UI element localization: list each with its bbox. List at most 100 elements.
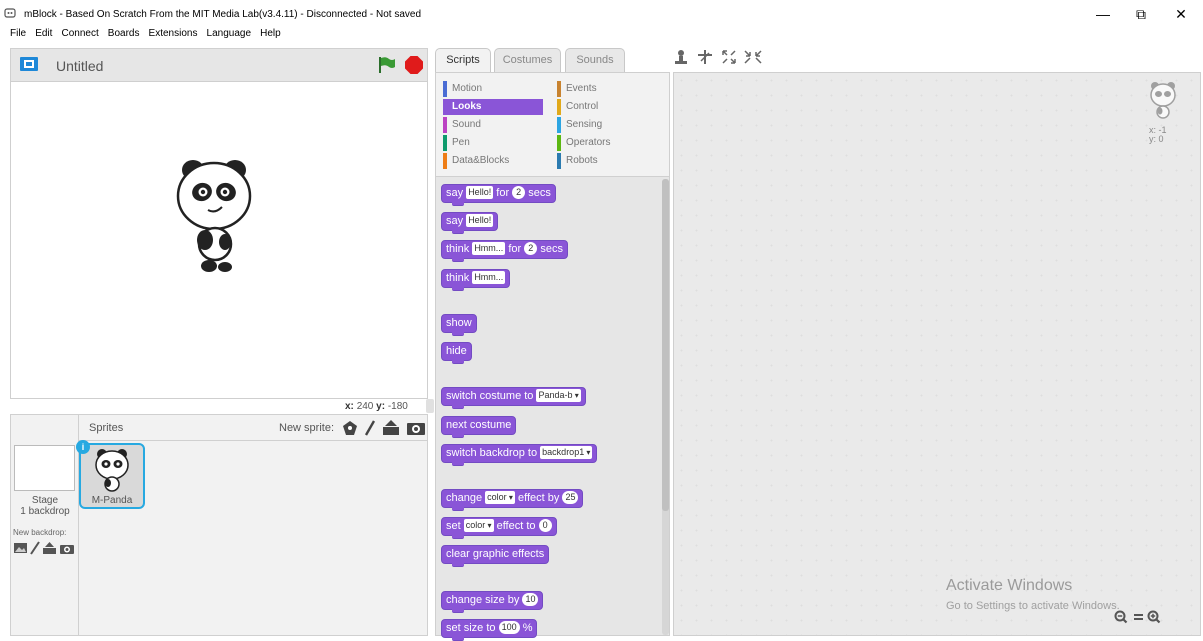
effect-dropdown[interactable]: color [463,519,494,532]
green-flag-icon[interactable] [376,55,396,75]
zoom-out-icon[interactable] [1114,610,1128,624]
stage-resize-handle[interactable] [426,399,434,413]
tab-sounds[interactable]: Sounds [565,48,625,72]
number-input[interactable]: 2 [512,186,526,199]
category-data-blocks[interactable]: Data&Blocks [443,153,543,169]
duplicate-tool-icon[interactable] [675,50,687,64]
restore-button[interactable]: ⧉ [1126,4,1156,24]
category-motion[interactable]: Motion [443,81,543,97]
new-sprite-label: New sprite: [279,422,335,434]
block-think-for-secs[interactable]: think Hmm... for 2 secs [441,240,568,262]
shrink-tool-icon[interactable] [744,50,762,64]
block-say-for-secs[interactable]: say Hello! for 2 secs [441,184,556,206]
camera-backdrop-icon[interactable] [60,545,74,554]
block-switch-costume[interactable]: switch costume to Panda-b [441,387,586,409]
number-input[interactable]: 0 [538,519,552,532]
block-text: change [446,492,483,504]
menu-edit[interactable]: Edit [35,28,52,39]
number-input[interactable]: 100 [498,621,520,634]
backdrop-library-icon[interactable] [14,543,27,553]
window-title: mBlock - Based On Scratch From the MIT M… [24,9,422,20]
paint-backdrop-icon[interactable] [30,541,40,555]
sprite-thumbnail[interactable]: i M-Panda [76,440,145,509]
menu-boards[interactable]: Boards [108,28,140,39]
info-icon[interactable]: i [76,440,90,454]
number-input[interactable]: 10 [522,593,539,606]
block-text: say [446,215,464,227]
category-operators[interactable]: Operators [557,135,657,151]
category-pen[interactable]: Pen [443,135,543,151]
text-input[interactable]: Hmm... [472,271,506,284]
block-say[interactable]: say Hello! [441,212,499,234]
upload-sprite-icon[interactable] [383,420,399,435]
menu-file[interactable]: File [10,28,26,39]
text-input[interactable]: Hmm... [472,242,506,255]
category-label: Events [566,83,597,94]
block-next-costume[interactable]: next costume [441,416,517,438]
block-text: effect by [517,492,560,504]
text-input[interactable]: Hello! [466,186,494,199]
menu-help[interactable]: Help [260,28,281,39]
block-text: switch backdrop to [446,447,538,459]
block-text: think [446,243,470,255]
block-switch-backdrop[interactable]: switch backdrop to backdrop1 [441,444,598,466]
block-text: % [522,622,533,634]
tab-scripts[interactable]: Scripts [435,48,491,73]
category-sound[interactable]: Sound [443,117,543,133]
stage-column: Stage 1 backdrop New backdrop: [11,415,79,635]
category-control[interactable]: Control [557,99,657,115]
new-backdrop-label: New backdrop: [13,528,67,537]
category-events[interactable]: Events [557,81,657,97]
close-button[interactable]: ✕ [1166,4,1196,24]
sound-color-swatch [443,117,447,133]
palette-scrollbar-thumb[interactable] [662,179,669,511]
camera-sprite-icon[interactable] [407,423,425,435]
block-text: effect to [496,520,536,532]
menu-extensions[interactable]: Extensions [149,28,198,39]
project-title[interactable]: Untitled [56,58,103,74]
number-input[interactable]: 25 [562,491,579,504]
block-change-effect[interactable]: change color effect by 25 [441,489,584,511]
grow-tool-icon[interactable] [722,50,736,64]
presentation-mode-icon[interactable] [19,56,39,72]
category-looks[interactable]: Looks [443,99,543,115]
backdrop-dropdown[interactable]: backdrop1 [540,446,593,459]
scripts-area[interactable]: x: -1 y: 0 Activate Windows Go to Settin… [673,72,1201,636]
block-clear-graphic-effects[interactable]: clear graphic effects [441,545,550,567]
data-color-swatch [443,153,447,169]
block-text: secs [528,187,551,199]
block-change-size[interactable]: change size by 10 [441,591,544,613]
paint-sprite-icon[interactable] [364,420,376,436]
upload-backdrop-icon[interactable] [43,542,56,554]
category-robots[interactable]: Robots [557,153,657,169]
number-input[interactable]: 2 [524,242,538,255]
text-input[interactable]: Hello! [466,214,494,227]
menu-language[interactable]: Language [207,28,252,39]
zoom-reset-icon[interactable] [1134,614,1143,620]
block-show[interactable]: show [441,314,477,336]
block-set-size[interactable]: set size to 100 % [441,619,538,641]
minimize-button[interactable]: — [1088,4,1118,24]
stage-canvas[interactable] [10,81,428,399]
stage-label-name: Stage [31,495,59,506]
tab-costumes[interactable]: Costumes [494,48,561,72]
costume-dropdown[interactable]: Panda-b [536,389,581,402]
palette-scrollbar[interactable] [662,179,669,635]
menu-connect[interactable]: Connect [61,28,98,39]
effect-dropdown[interactable]: color [485,491,515,504]
block-hide[interactable]: hide [441,342,472,364]
stop-sign-icon[interactable] [405,56,423,74]
panda-sprite[interactable] [175,154,253,278]
stage-thumbnail[interactable] [14,445,75,491]
block-set-effect[interactable]: set color effect to 0 [441,517,557,539]
zoom-in-icon[interactable] [1147,610,1161,624]
block-text: secs [540,243,563,255]
sprite-position-readout: x: -1 y: 0 [1149,126,1167,144]
category-sensing[interactable]: Sensing [557,117,657,133]
block-text: say [446,187,464,199]
x-value: 240 [356,401,374,412]
delete-tool-icon[interactable] [698,50,712,64]
sprite-library-icon[interactable] [343,421,357,435]
block-think[interactable]: think Hmm... [441,269,511,291]
category-label: Control [566,101,599,112]
